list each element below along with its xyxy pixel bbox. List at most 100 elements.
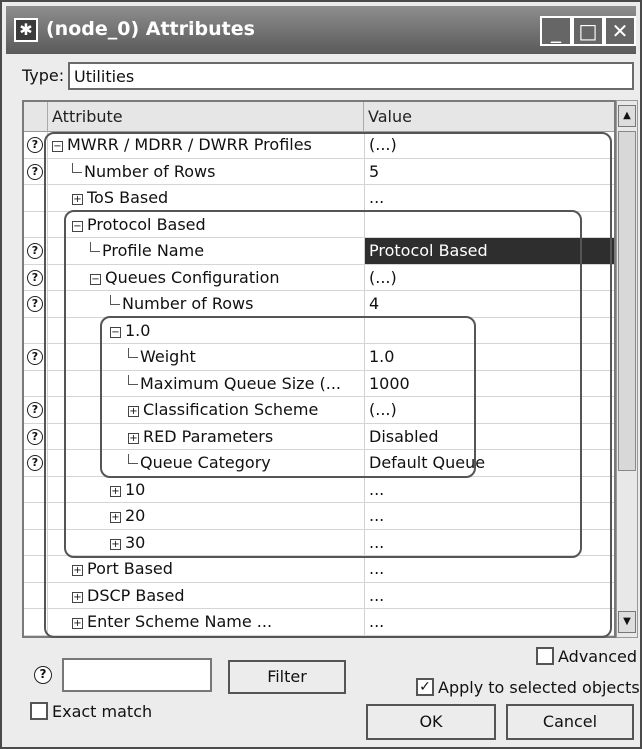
close-button[interactable]: ✕ bbox=[604, 16, 636, 46]
exact-match-checkbox[interactable] bbox=[30, 702, 48, 720]
attribute-value[interactable]: ... bbox=[364, 476, 614, 502]
table-row[interactable]: ? Queue Category Default Queue bbox=[24, 450, 614, 477]
table-row[interactable]: − Protocol Based bbox=[24, 211, 614, 238]
help-cell bbox=[24, 529, 48, 555]
apply-checkbox[interactable]: ✓ bbox=[416, 678, 434, 696]
header-help-column bbox=[24, 102, 48, 132]
scroll-thumb[interactable] bbox=[618, 131, 636, 471]
collapse-icon[interactable]: − bbox=[72, 220, 83, 232]
attribute-value[interactable]: (...) bbox=[364, 264, 614, 290]
cancel-button[interactable]: Cancel bbox=[506, 704, 634, 740]
help-icon[interactable]: ? bbox=[27, 349, 43, 365]
filter-button[interactable]: Filter bbox=[228, 660, 346, 694]
collapse-icon[interactable]: − bbox=[110, 326, 121, 338]
table-row[interactable]: ? Profile Name Protocol Based bbox=[24, 238, 614, 265]
collapse-icon[interactable]: − bbox=[90, 273, 101, 285]
help-icon[interactable]: ? bbox=[27, 296, 43, 312]
expand-icon[interactable]: + bbox=[72, 565, 83, 576]
expand-icon[interactable]: + bbox=[72, 194, 83, 205]
attribute-value[interactable]: ... bbox=[364, 503, 614, 529]
help-icon[interactable]: ? bbox=[27, 243, 43, 259]
table-row[interactable]: + DSCP Based ... bbox=[24, 582, 614, 609]
table-row[interactable]: +20 ... bbox=[24, 503, 614, 530]
help-icon[interactable]: ? bbox=[34, 666, 52, 684]
help-cell: ? bbox=[24, 291, 48, 317]
value-column-header[interactable]: Value bbox=[364, 102, 614, 132]
attribute-value[interactable]: 1.0 bbox=[364, 344, 614, 370]
attribute-value[interactable]: Default Queue bbox=[364, 450, 614, 476]
attribute-value[interactable]: (...) bbox=[364, 397, 614, 423]
table-row[interactable]: + Port Based ... bbox=[24, 556, 614, 583]
table-row[interactable]: ? Number of Rows 5 bbox=[24, 158, 614, 185]
ok-button[interactable]: OK bbox=[366, 704, 496, 740]
profile-name-value-selected[interactable]: Protocol Based bbox=[364, 238, 614, 264]
attribute-name: 30 bbox=[125, 532, 146, 552]
apply-label: Apply to selected objects bbox=[438, 678, 640, 697]
table-row[interactable]: ? − MWRR / MDRR / DWRR Profiles (...) bbox=[24, 132, 614, 159]
expand-icon[interactable]: + bbox=[72, 591, 83, 603]
attribute-value[interactable]: ... bbox=[364, 185, 614, 211]
table-row[interactable]: ? + RED Parameters Disabled bbox=[24, 423, 614, 450]
attribute-value[interactable]: ... bbox=[364, 609, 614, 635]
app-star-icon: ✱ bbox=[14, 18, 38, 42]
help-cell: ? bbox=[24, 158, 48, 184]
tree-line-icon bbox=[128, 454, 138, 464]
table-row[interactable]: +30 ... bbox=[24, 529, 614, 556]
attribute-value[interactable]: ... bbox=[364, 529, 614, 555]
attribute-value[interactable]: ... bbox=[364, 582, 614, 608]
help-cell: ? bbox=[24, 238, 48, 264]
attribute-value[interactable]: 4 bbox=[364, 291, 614, 317]
table-row[interactable]: +10 ... bbox=[24, 476, 614, 503]
table-row[interactable]: ? Weight 1.0 bbox=[24, 344, 614, 371]
expand-icon[interactable]: + bbox=[72, 618, 83, 629]
expand-icon[interactable]: + bbox=[128, 406, 139, 417]
table-row[interactable]: + Enter Scheme Name ... ... bbox=[24, 609, 614, 636]
help-icon[interactable]: ? bbox=[27, 269, 43, 286]
vertical-scrollbar[interactable]: ▲ ▼ bbox=[616, 100, 638, 638]
tree-line-icon bbox=[128, 348, 138, 358]
attribute-name: Classification Scheme bbox=[143, 400, 319, 419]
expand-icon[interactable]: + bbox=[110, 538, 121, 550]
help-cell bbox=[24, 582, 48, 608]
attribute-value[interactable]: 5 bbox=[364, 158, 614, 184]
expand-icon[interactable]: + bbox=[110, 512, 121, 523]
table-row[interactable]: ? − Queues Configuration (...) bbox=[24, 264, 614, 291]
attribute-name: Number of Rows bbox=[84, 161, 216, 181]
help-cell bbox=[24, 503, 48, 529]
scroll-down-icon[interactable]: ▼ bbox=[618, 611, 636, 633]
attribute-name: RED Parameters bbox=[143, 426, 274, 446]
table-row[interactable]: ? Number of Rows 4 bbox=[24, 291, 614, 318]
attribute-name: 1.0 bbox=[125, 320, 151, 340]
advanced-checkbox[interactable] bbox=[536, 647, 554, 665]
attribute-value[interactable]: ... bbox=[364, 556, 614, 582]
attribute-value[interactable]: (...) bbox=[364, 132, 614, 158]
help-cell bbox=[24, 370, 48, 396]
scroll-up-icon[interactable]: ▲ bbox=[618, 105, 636, 127]
attribute-value[interactable] bbox=[364, 317, 614, 343]
tree-line-icon bbox=[90, 242, 100, 252]
help-icon[interactable]: ? bbox=[27, 455, 43, 471]
attribute-name: Queues Configuration bbox=[105, 267, 280, 287]
filter-input[interactable] bbox=[62, 658, 212, 692]
help-icon[interactable]: ? bbox=[27, 137, 43, 153]
title-bar[interactable]: ✱ (node_0) Attributes _ □ ✕ bbox=[6, 6, 636, 54]
attribute-value[interactable]: Disabled bbox=[364, 423, 614, 449]
help-icon[interactable]: ? bbox=[27, 163, 43, 180]
table-row[interactable]: Maximum Queue Size (... 1000 bbox=[24, 370, 614, 397]
collapse-icon[interactable]: − bbox=[52, 141, 63, 152]
help-cell bbox=[24, 476, 48, 502]
help-icon[interactable]: ? bbox=[27, 428, 43, 445]
help-icon[interactable]: ? bbox=[27, 402, 43, 418]
minimize-button[interactable]: _ bbox=[540, 16, 572, 46]
type-field[interactable]: Utilities bbox=[68, 62, 634, 90]
maximize-button[interactable]: □ bbox=[572, 16, 604, 46]
table-row[interactable]: −1.0 bbox=[24, 317, 614, 344]
expand-icon[interactable]: + bbox=[128, 432, 139, 444]
expand-icon[interactable]: + bbox=[110, 485, 121, 497]
attribute-value[interactable]: 1000 bbox=[364, 370, 614, 396]
table-row[interactable]: ? + Classification Scheme (...) bbox=[24, 397, 614, 424]
table-row[interactable]: + ToS Based ... bbox=[24, 185, 614, 212]
attribute-column-header[interactable]: Attribute bbox=[48, 102, 364, 132]
tree-line-icon bbox=[72, 162, 82, 173]
attribute-value[interactable] bbox=[364, 211, 614, 237]
